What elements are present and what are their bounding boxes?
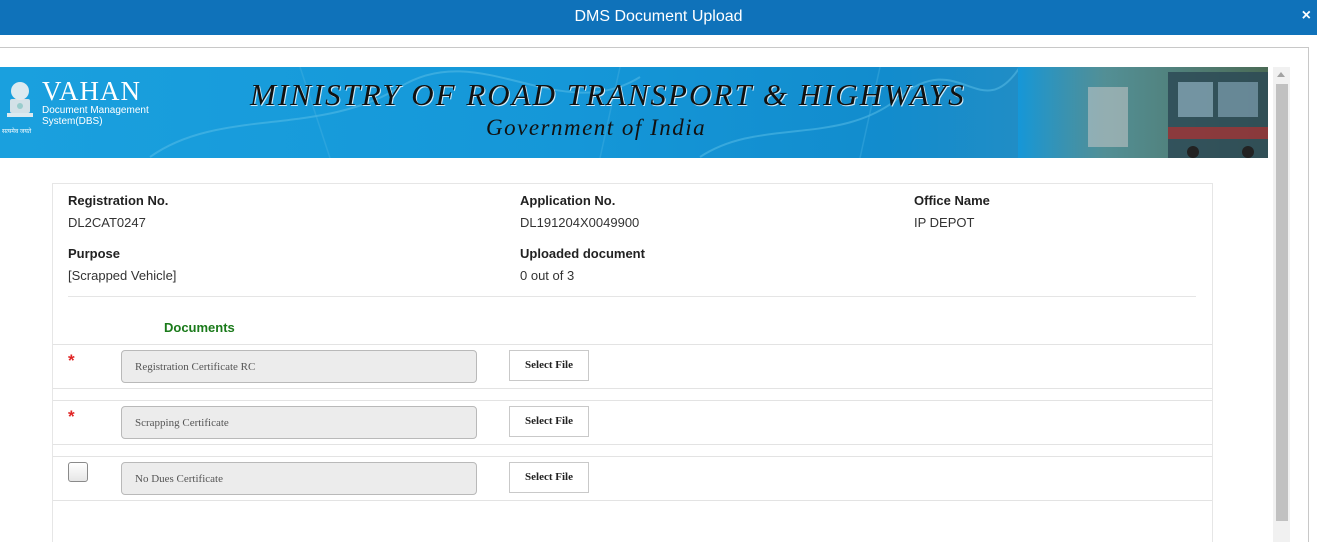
purpose-value: [Scrapped Vehicle] (68, 268, 177, 283)
application-label: Application No. (520, 193, 616, 208)
select-file-button[interactable]: Select File (509, 462, 589, 493)
brand-subtitle: Document Management System(DBS) (42, 105, 149, 127)
scroll-up-icon[interactable] (1277, 72, 1285, 77)
government-subtitle: Government of India (486, 115, 707, 140)
ministry-title: MINISTRY OF ROAD TRANSPORT & HIGHWAYS (250, 77, 966, 112)
brand-line-2: System(DBS) (42, 116, 103, 127)
select-file-button[interactable]: Select File (509, 406, 589, 437)
close-icon[interactable]: × (1302, 7, 1311, 25)
header-banner: VAHAN Document Management System(DBS) सत… (0, 67, 1268, 158)
registration-value: DL2CAT0247 (68, 215, 146, 230)
documents-heading: Documents (164, 320, 235, 335)
office-label: Office Name (914, 193, 990, 208)
select-file-button[interactable]: Select File (509, 350, 589, 381)
national-emblem-icon (7, 82, 33, 117)
office-value: IP DEPOT (914, 215, 975, 230)
scrollbar-thumb[interactable] (1276, 84, 1288, 521)
application-value: DL191204X0049900 (520, 215, 640, 230)
document-name-field: No Dues Certificate (121, 462, 477, 495)
dialog-titlebar: DMS Document Upload × (0, 0, 1317, 35)
registration-label: Registration No. (68, 193, 169, 208)
document-row-registration-certificate: * Registration Certificate RC Select Fil… (53, 344, 1212, 389)
vertical-scrollbar[interactable] (1273, 67, 1290, 542)
dialog-title: DMS Document Upload (574, 8, 743, 25)
uploaded-label: Uploaded document (520, 246, 645, 261)
required-asterisk: * (68, 407, 75, 426)
uploaded-value: 0 out of 3 (520, 268, 575, 283)
section-divider (68, 296, 1196, 297)
document-row-scrapping-certificate: * Scrapping Certificate Select File (53, 400, 1212, 445)
purpose-label: Purpose (68, 246, 121, 261)
document-row-no-dues-certificate: No Dues Certificate Select File (53, 456, 1212, 501)
document-name-field: Registration Certificate RC (121, 350, 477, 383)
brand-name: VAHAN (42, 76, 142, 106)
brand-line-1: Document Management (42, 105, 149, 116)
document-name-field: Scrapping Certificate (121, 406, 477, 439)
bus-photo (1018, 67, 1268, 158)
optional-document-checkbox[interactable] (68, 462, 88, 482)
required-asterisk: * (68, 351, 75, 370)
motto: सत्यमेव जयते (2, 129, 32, 135)
